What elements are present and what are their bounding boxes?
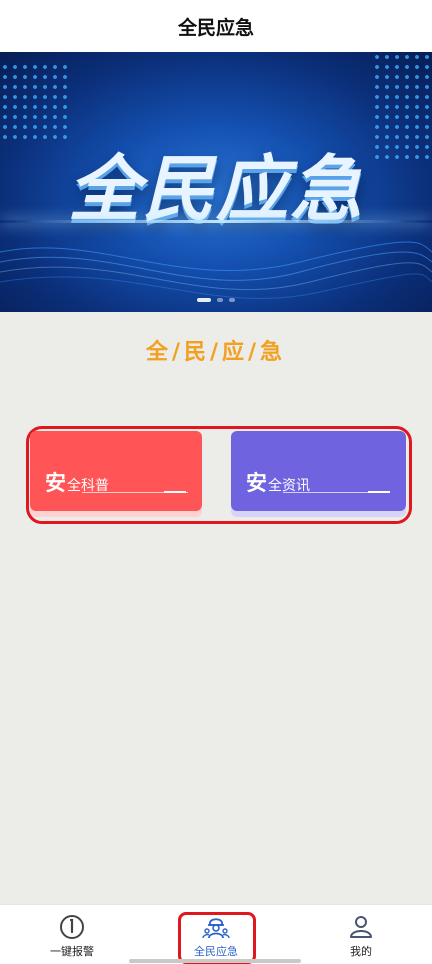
card-dash xyxy=(368,491,390,493)
user-icon xyxy=(350,916,372,938)
card-label-big: 安 xyxy=(246,471,267,495)
pager-dot[interactable] xyxy=(217,298,223,302)
nav-item-alarm[interactable]: 一键报警 xyxy=(17,905,127,964)
page-title: 全民应急 xyxy=(177,16,254,39)
top-bar: 全民应急 xyxy=(0,0,432,52)
nav-item-mine[interactable]: 我的 xyxy=(306,905,416,964)
safety-science-card[interactable]: 安 全科普 xyxy=(30,431,202,511)
alarm-clock-icon xyxy=(60,915,84,939)
nav-highlight-frame xyxy=(178,912,256,964)
pager-dot[interactable] xyxy=(229,298,235,302)
nav-label: 我的 xyxy=(350,945,372,958)
nav-label: 一键报警 xyxy=(50,945,94,958)
banner-pager[interactable] xyxy=(0,298,432,302)
banner-carousel[interactable]: 全民应急 xyxy=(0,52,432,312)
pager-dot-active[interactable] xyxy=(197,298,211,302)
card-dash xyxy=(164,491,186,493)
section-title: 全/民/应/急 xyxy=(145,340,287,365)
safety-news-card[interactable]: 安 全资讯 xyxy=(231,431,406,511)
home-indicator[interactable] xyxy=(129,959,301,963)
card-label-big: 安 xyxy=(45,471,66,495)
